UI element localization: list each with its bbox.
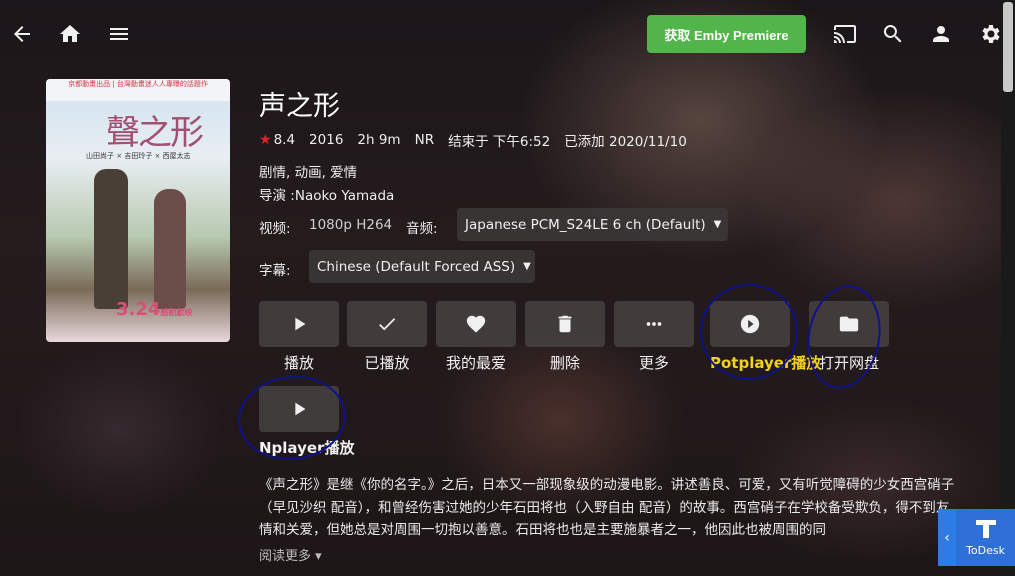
favorite-button-label: 我的最爱 [445,354,506,372]
ends-at: 结束于 下午6:52 [448,134,551,150]
overview-text: 《声之形》是继《你的名字。》之后，日本又一部现象级的动漫电影。讲述善良、可爱，又… [259,477,955,538]
get-premiere-button[interactable]: 获取 Emby Premiere [647,15,806,53]
open-cloud-drive-button-box[interactable] [809,301,889,347]
audio-label: 音频: [406,221,438,237]
runtime: 2h 9m [357,132,401,148]
nplayer-button-box[interactable] [259,386,339,432]
director[interactable]: 导演 :Naoko Yamada [259,184,394,204]
more-icon [646,322,662,326]
played-button-label: 已播放 [364,354,410,372]
nplayer-button[interactable]: Nplayer播放 [259,386,355,458]
audio-select[interactable]: Japanese PCM_S24LE 6 ch (Default) ▼ [457,208,728,241]
video-label: 视频: [259,221,291,237]
poster-image[interactable]: 京都動畫出品 | 台灣動畫迷人人專曝的話題作 聲之形 山田尚子 × 吉田玲子 ×… [46,79,230,342]
cast-icon[interactable] [831,20,859,48]
chevron-down-icon: ▼ [713,219,722,230]
play-circle-icon [740,314,760,334]
potplayer-button[interactable]: Potplayer播放 [710,301,822,373]
home-icon[interactable] [56,20,84,48]
page-title: 声之形 [259,91,340,122]
open-cloud-drive-button[interactable]: 打开网盘 [809,301,889,373]
header: 获取 Emby Premiere [0,0,1001,68]
date-added: 已添加 2020/11/10 [564,134,687,150]
settings-gear-icon[interactable] [976,20,1004,48]
heart-icon [466,315,486,333]
play-icon [295,402,306,416]
todesk-logo-icon [975,520,996,538]
back-icon[interactable] [8,20,36,48]
delete-button-label: 删除 [549,354,580,372]
played-button[interactable]: 已播放 [347,301,427,373]
potplayer-button-label: Potplayer播放 [710,354,822,372]
page-scrollbar[interactable] [1001,0,1015,576]
favorite-button-box[interactable] [436,301,516,347]
genres[interactable]: 剧情, 动画, 爱情 [259,161,357,181]
user-icon[interactable] [927,20,955,48]
video-value: 1080p H264 [309,217,393,233]
search-icon[interactable] [879,20,907,48]
potplayer-button-box[interactable] [710,301,790,347]
poster-credits: 山田尚子 × 吉田玲子 × 西屋太志 [86,152,191,160]
todesk-collapse-chevron-icon[interactable]: ‹ [938,509,956,566]
menu-icon[interactable] [105,20,133,48]
audio-select-value: Japanese PCM_S24LE 6 ch (Default) [465,216,706,233]
check-icon [379,318,396,331]
play-icon [295,317,306,331]
open-cloud-drive-button-label: 打开网盘 [818,354,879,372]
star-icon: ★ [259,132,272,148]
more-button-label: 更多 [638,354,669,372]
read-more-link[interactable]: 阅读更多 ▾ [259,545,322,564]
nplayer-button-label: Nplayer播放 [259,439,355,457]
play-button-label: 播放 [283,354,314,372]
delete-button-box[interactable] [525,301,605,347]
subtitle-select[interactable]: Chinese (Default Forced ASS) ▼ [309,250,535,283]
poster-figure-boy [94,169,128,309]
played-button-box[interactable] [347,301,427,347]
production-year: 2016 [309,132,344,148]
folder-icon [839,316,859,332]
item-meta-row: ★ 8.4 2016 2h 9m NR 结束于 下午6:52 已添加 2020/… [259,130,701,150]
play-button[interactable]: 播放 [259,301,339,373]
poster-title: 聲之形 [106,113,204,153]
subtitle-select-value: Chinese (Default Forced ASS) [317,258,516,275]
chevron-down-icon: ▼ [523,261,531,272]
poster-figure-girl [154,189,186,309]
poster-banner: 京都動畫出品 | 台灣動畫迷人人專曝的話題作 [46,79,230,101]
community-rating: 8.4 [273,132,296,148]
todesk-panel[interactable]: ToDesk [956,509,1015,566]
delete-button[interactable]: 删除 [525,301,605,373]
scrollbar-thumb[interactable] [1003,2,1013,92]
favorite-button[interactable]: 我的最爱 [436,301,516,373]
trash-icon [558,315,572,333]
subtitle-label: 字幕: [259,263,291,279]
more-button[interactable]: 更多 [614,301,694,373]
more-button-box[interactable] [614,301,694,347]
todesk-label: ToDesk [966,544,1005,557]
play-button-box[interactable] [259,301,339,347]
todesk-widget[interactable]: ‹ ToDesk [938,509,1015,566]
poster-date: 3.24感動獻映 [116,299,193,320]
official-rating: NR [414,132,435,148]
